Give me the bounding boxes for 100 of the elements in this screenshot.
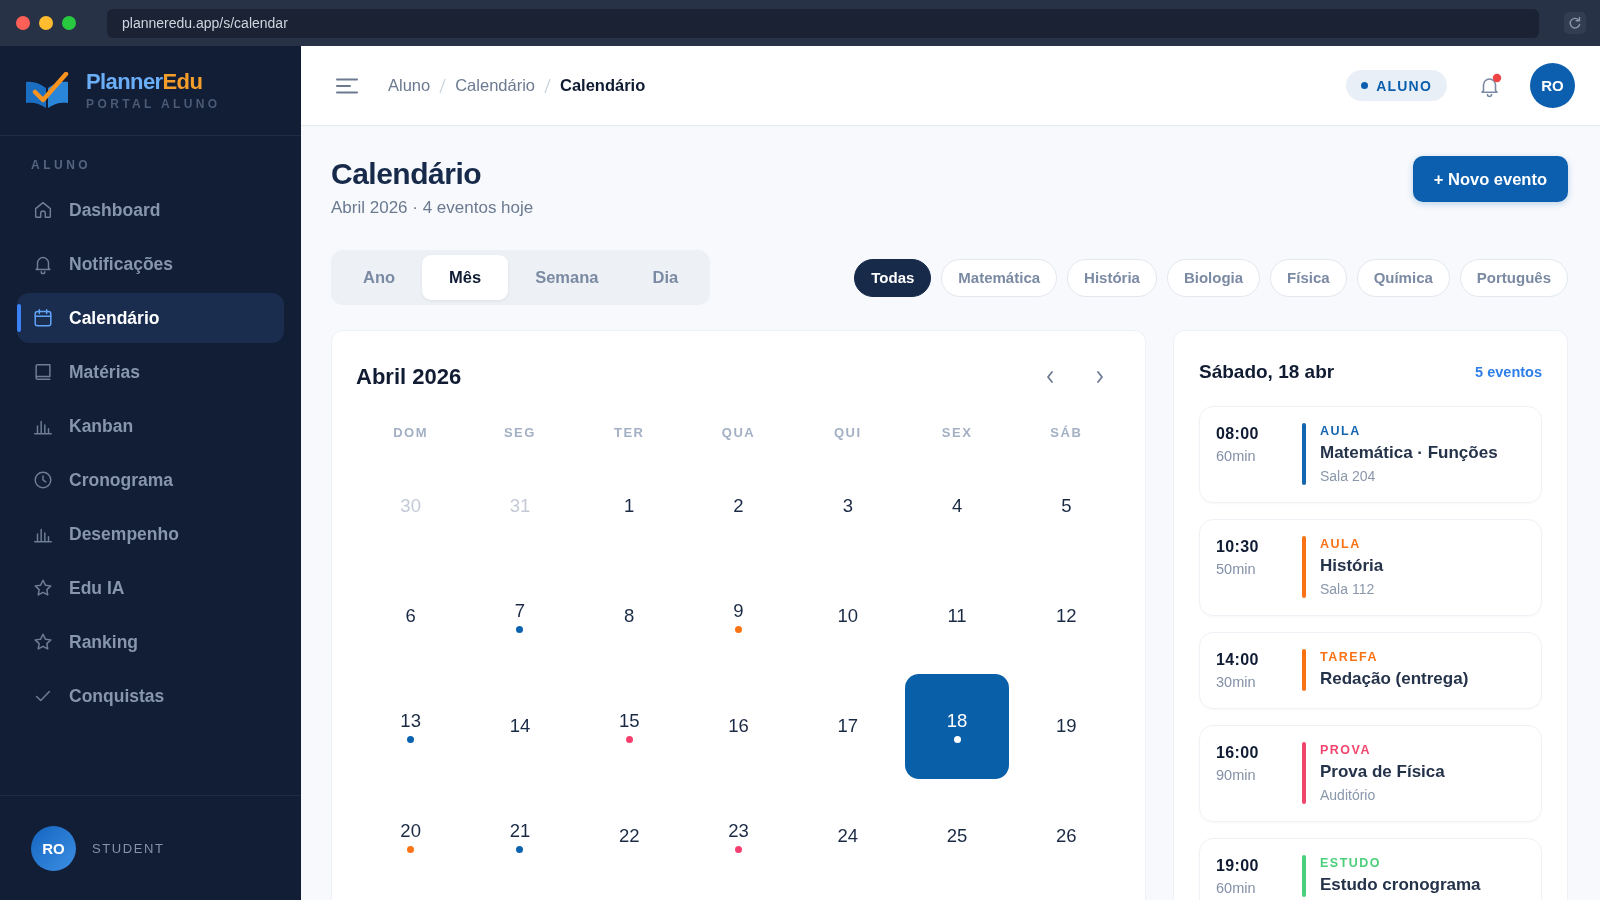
sidebar-item[interactable]: Cronograma bbox=[17, 455, 284, 505]
calendar-day[interactable]: 8 bbox=[618, 603, 641, 629]
calendar-day[interactable]: 15 bbox=[612, 707, 646, 745]
sidebar-item[interactable]: Desempenho bbox=[17, 509, 284, 559]
weekday-label: SEX bbox=[941, 424, 973, 442]
user-avatar[interactable]: RO bbox=[1530, 63, 1575, 108]
event-title: Matemática · Funções bbox=[1320, 442, 1498, 464]
calendar-day[interactable]: 23 bbox=[722, 817, 755, 855]
chevron-left-icon[interactable] bbox=[1045, 370, 1055, 384]
calendar-icon bbox=[32, 307, 54, 329]
menu-icon[interactable] bbox=[336, 77, 358, 94]
event-card[interactable]: 14:00 30min TAREFA Redação (entrega) bbox=[1199, 632, 1542, 709]
calendar-day[interactable]: 5 bbox=[1055, 493, 1078, 519]
sidebar-item[interactable]: Dashboard bbox=[17, 185, 284, 235]
event-type: AULA bbox=[1320, 536, 1362, 552]
event-time: 08:00 bbox=[1216, 424, 1260, 444]
subject-filter-chip[interactable]: Química bbox=[1356, 258, 1450, 297]
star-icon bbox=[32, 577, 54, 599]
event-duration: 60min bbox=[1216, 447, 1257, 465]
brand-tagline: PORTAL ALUNO bbox=[86, 97, 221, 112]
event-time: 14:00 bbox=[1216, 650, 1260, 670]
event-count-link[interactable]: 5 eventos bbox=[1475, 364, 1542, 380]
sidebar-item[interactable]: Notificações bbox=[17, 239, 284, 289]
minimize-window-icon[interactable] bbox=[39, 16, 53, 30]
subject-filter-chip[interactable]: Física bbox=[1270, 258, 1347, 297]
clock-icon bbox=[32, 469, 54, 491]
reload-icon[interactable] bbox=[1564, 12, 1586, 34]
calendar-day[interactable]: 4 bbox=[945, 493, 969, 519]
calendar-day[interactable]: 26 bbox=[1050, 823, 1083, 849]
event-duration: 50min bbox=[1216, 560, 1257, 578]
star-icon bbox=[32, 631, 54, 653]
event-card[interactable]: 10:30 50min AULA História Sala 112 bbox=[1199, 519, 1542, 616]
event-title: Prova de Física bbox=[1320, 761, 1445, 783]
event-location: Sala 112 bbox=[1320, 580, 1376, 598]
calendar-day[interactable]: 2 bbox=[727, 493, 750, 519]
user-role: STUDENT bbox=[92, 840, 165, 856]
event-card[interactable]: 16:00 90min PROVA Prova de Física Auditório bbox=[1199, 725, 1542, 822]
view-tab[interactable]: Mês bbox=[422, 255, 509, 300]
breadcrumb-link[interactable]: Calendário bbox=[455, 76, 535, 95]
page-title: Calendário bbox=[331, 156, 483, 192]
calendar-day[interactable]: 9 bbox=[727, 597, 750, 635]
event-title: Estudo cronograma bbox=[1320, 874, 1481, 896]
calendar-day[interactable]: 16 bbox=[722, 713, 755, 739]
home-icon bbox=[32, 199, 54, 221]
maximize-window-icon[interactable] bbox=[62, 16, 76, 30]
sidebar-item[interactable]: Edu IA bbox=[17, 563, 284, 613]
brand-name: PlannerEdu bbox=[86, 69, 204, 95]
calendar-day[interactable]: 24 bbox=[831, 823, 865, 849]
subject-filter-chip[interactable]: Biologia bbox=[1166, 258, 1261, 297]
event-type: PROVA bbox=[1320, 742, 1373, 758]
calendar-day[interactable]: 3 bbox=[836, 493, 859, 519]
sidebar-item[interactable]: Conquistas bbox=[17, 671, 284, 721]
calendar-day[interactable]: 6 bbox=[399, 603, 422, 629]
subject-filter-chip[interactable]: Matemática bbox=[941, 258, 1058, 297]
calendar-day[interactable]: 1 bbox=[618, 493, 641, 519]
subject-filter-chip[interactable]: História bbox=[1067, 258, 1157, 297]
calendar-day[interactable]: 13 bbox=[394, 707, 427, 745]
user-avatar[interactable]: RO bbox=[31, 825, 76, 871]
sidebar-item[interactable]: Kanban bbox=[17, 401, 284, 451]
event-time: 16:00 bbox=[1216, 743, 1260, 763]
address-field[interactable]: planneredu.app/s/calendar bbox=[107, 8, 1539, 38]
slash-separator-icon bbox=[439, 77, 447, 94]
role-label: ALUNO bbox=[1376, 77, 1432, 94]
weekday-label: DOM bbox=[393, 424, 429, 442]
chevron-right-icon[interactable] bbox=[1095, 370, 1105, 384]
breadcrumb-link[interactable]: Aluno bbox=[388, 76, 431, 95]
calendar-day[interactable]: 11 bbox=[941, 603, 973, 629]
agenda-title: Sábado, 18 abr bbox=[1199, 361, 1335, 383]
calendar-day[interactable]: 25 bbox=[940, 823, 974, 849]
subject-filter-chip[interactable]: Português bbox=[1459, 258, 1568, 297]
event-title: Redação (entrega) bbox=[1320, 668, 1469, 690]
event-card[interactable]: 19:00 60min ESTUDO Estudo cronograma bbox=[1199, 838, 1542, 900]
sidebar-item[interactable]: Ranking bbox=[17, 617, 284, 667]
calendar-day[interactable]: 12 bbox=[1050, 603, 1083, 629]
event-location: Auditório bbox=[1320, 786, 1377, 804]
event-time: 19:00 bbox=[1216, 856, 1260, 876]
new-event-button[interactable]: + Novo evento bbox=[1412, 156, 1568, 202]
sidebar-item[interactable]: Calendário bbox=[17, 293, 284, 343]
page-subtitle: Abril 2026 · 4 eventos hoje bbox=[331, 197, 534, 219]
calendar-day[interactable]: 17 bbox=[831, 713, 865, 739]
calendar-day[interactable]: 7 bbox=[508, 597, 532, 635]
subject-filter-chip[interactable]: Todas bbox=[854, 258, 932, 297]
calendar-day[interactable]: 14 bbox=[503, 713, 537, 739]
event-duration: 90min bbox=[1216, 766, 1257, 784]
book-icon bbox=[32, 361, 54, 383]
sidebar-item[interactable]: Matérias bbox=[17, 347, 284, 397]
calendar-day[interactable]: 22 bbox=[612, 823, 646, 849]
weekday-label: QUI bbox=[833, 424, 862, 442]
event-location: Sala 204 bbox=[1320, 467, 1377, 485]
event-type: AULA bbox=[1320, 423, 1362, 439]
calendar-day[interactable]: 19 bbox=[1050, 713, 1083, 739]
event-time: 10:30 bbox=[1216, 537, 1260, 557]
event-card[interactable]: 08:00 60min AULA Matemática · Funções Sala 204 bbox=[1199, 406, 1542, 503]
calendar-day[interactable]: 18 bbox=[904, 673, 1010, 779]
close-window-icon[interactable] bbox=[16, 16, 30, 30]
breadcrumb-link[interactable]: Calendário bbox=[560, 76, 646, 95]
calendar-day[interactable]: 20 bbox=[394, 817, 427, 855]
weekday-label: QUA bbox=[721, 424, 756, 442]
calendar-day[interactable]: 10 bbox=[831, 603, 865, 629]
calendar-day[interactable]: 21 bbox=[503, 817, 537, 855]
